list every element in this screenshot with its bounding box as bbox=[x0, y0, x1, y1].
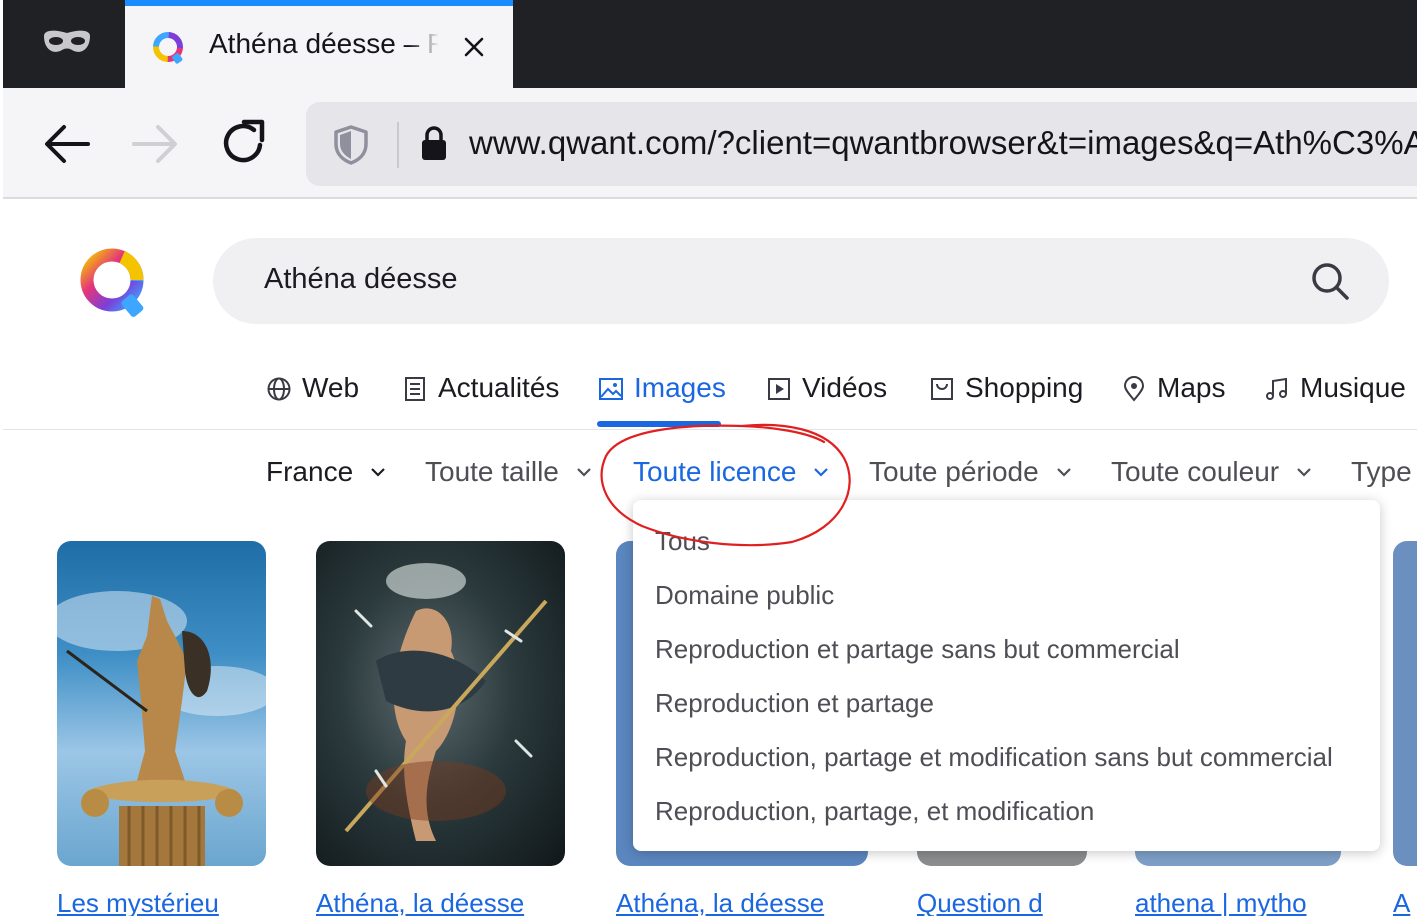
tab-videos-label: Vidéos bbox=[802, 372, 888, 403]
tab-maps[interactable]: Maps bbox=[1121, 366, 1225, 430]
globe-icon bbox=[267, 377, 291, 401]
forward-arrow-icon[interactable] bbox=[130, 122, 180, 166]
tab-shopping[interactable]: Shopping bbox=[929, 366, 1083, 430]
image-icon bbox=[599, 378, 623, 400]
browser-navbar: www.qwant.com/?client=qwantbrowser&t=ima… bbox=[0, 88, 1417, 199]
filter-color[interactable]: Toute couleur bbox=[1111, 456, 1313, 488]
url-separator bbox=[397, 122, 399, 168]
result-image-6[interactable] bbox=[1393, 541, 1417, 866]
tab-web[interactable]: Web bbox=[266, 366, 359, 430]
filter-license-label: Toute licence bbox=[633, 456, 797, 487]
filter-type[interactable]: Type bbox=[1351, 456, 1412, 488]
url-bar[interactable]: www.qwant.com/?client=qwantbrowser&t=ima… bbox=[306, 102, 1417, 186]
active-tab-indicator bbox=[597, 421, 721, 427]
chevron-down-icon bbox=[1056, 468, 1071, 477]
reload-icon[interactable] bbox=[218, 118, 270, 168]
play-icon bbox=[768, 378, 790, 400]
chevron-down-icon bbox=[577, 468, 591, 477]
license-option-share[interactable]: Reproduction et partage bbox=[655, 688, 934, 719]
search-input[interactable]: Athéna déesse bbox=[264, 263, 457, 296]
filter-region[interactable]: France bbox=[266, 456, 387, 488]
license-option-public-domain[interactable]: Domaine public bbox=[655, 580, 834, 611]
map-pin-icon bbox=[1123, 376, 1145, 402]
tab-web-label: Web bbox=[302, 372, 360, 403]
filter-size[interactable]: Toute taille bbox=[425, 456, 593, 488]
filter-license[interactable]: Toute licence bbox=[633, 456, 830, 488]
result-caption-3[interactable]: Athéna, la déesse bbox=[616, 888, 868, 916]
result-caption-4[interactable]: Question d bbox=[917, 888, 1087, 916]
tab-musique-label: Musique bbox=[1300, 372, 1406, 403]
filter-period-label: Toute période bbox=[869, 456, 1039, 487]
page: Athéna déesse – F www.qwant.com/?client=… bbox=[0, 0, 1417, 916]
license-option-all[interactable]: Tous bbox=[655, 526, 710, 557]
result-caption-1[interactable]: Les mystérieu bbox=[57, 888, 266, 916]
tab-actualites[interactable]: Actualités bbox=[402, 366, 559, 430]
chevron-down-icon bbox=[814, 468, 829, 477]
music-note-icon bbox=[1266, 377, 1287, 400]
filter-color-label: Toute couleur bbox=[1111, 456, 1280, 487]
filter-size-label: Toute taille bbox=[425, 456, 559, 487]
tab-actualites-label: Actualités bbox=[438, 372, 560, 403]
painting-illustration bbox=[344, 563, 548, 841]
result-image-athena-statue[interactable] bbox=[57, 541, 266, 866]
lock-icon[interactable] bbox=[420, 124, 448, 162]
qwant-favicon-icon bbox=[153, 32, 183, 64]
search-box[interactable]: Athéna déesse bbox=[213, 238, 1389, 324]
window-edge bbox=[0, 0, 3, 916]
filter-region-label: France bbox=[266, 456, 354, 487]
filter-type-label: Type bbox=[1351, 456, 1412, 487]
tab-title: Athéna déesse – F bbox=[209, 28, 439, 60]
chevron-down-icon bbox=[371, 468, 385, 477]
chevron-down-icon bbox=[1297, 468, 1311, 477]
back-arrow-icon[interactable] bbox=[42, 122, 92, 166]
browser-tab-active[interactable]: Athéna déesse – F bbox=[125, 0, 513, 88]
filter-period[interactable]: Toute période bbox=[869, 456, 1073, 488]
result-caption-6[interactable]: A bbox=[1393, 888, 1417, 916]
url-text[interactable]: www.qwant.com/?client=qwantbrowser&t=ima… bbox=[469, 124, 1417, 162]
tab-shopping-label: Shopping bbox=[965, 372, 1084, 403]
result-caption-5[interactable]: athena | mytho bbox=[1135, 888, 1341, 916]
license-option-share-noncommercial[interactable]: Reproduction et partage sans but commerc… bbox=[655, 634, 1180, 665]
tab-musique[interactable]: Musique bbox=[1264, 366, 1406, 430]
license-dropdown-menu: Tous Domaine public Reproduction et part… bbox=[633, 500, 1380, 851]
tracking-protection-shield-icon[interactable] bbox=[332, 124, 370, 166]
search-icon[interactable] bbox=[1310, 261, 1350, 301]
filter-bar: France Toute taille Toute licence Toute … bbox=[0, 440, 1417, 500]
license-option-share-modify-noncommercial[interactable]: Reproduction, partage et modification sa… bbox=[655, 742, 1333, 773]
newspaper-icon bbox=[405, 377, 425, 401]
tab-videos[interactable]: Vidéos bbox=[766, 366, 887, 430]
private-browsing-mask-icon bbox=[44, 30, 90, 52]
shopping-bag-icon bbox=[931, 378, 953, 400]
browser-tabstrip: Athéna déesse – F bbox=[0, 0, 1417, 88]
result-image-athena-painting[interactable] bbox=[316, 541, 565, 866]
close-tab-icon[interactable] bbox=[461, 34, 487, 60]
qwant-logo[interactable] bbox=[76, 246, 152, 318]
result-caption-2[interactable]: Athéna, la déesse bbox=[316, 888, 565, 916]
statue-illustration bbox=[57, 591, 266, 866]
tab-maps-label: Maps bbox=[1157, 372, 1226, 403]
tab-images-label: Images bbox=[634, 372, 726, 403]
license-option-share-modify[interactable]: Reproduction, partage, et modification bbox=[655, 796, 1094, 827]
